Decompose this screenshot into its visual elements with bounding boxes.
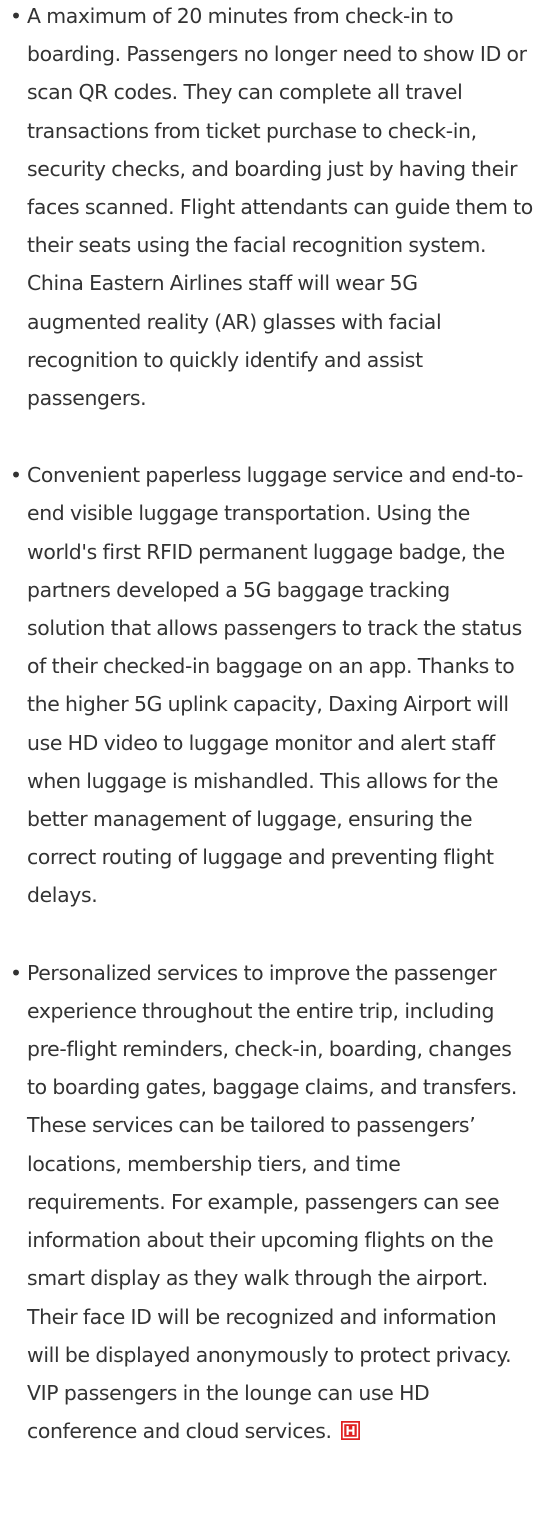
paragraph-text: Convenient paperless luggage service and… <box>27 463 524 908</box>
paragraph-text: A maximum of 20 minutes from check-in to… <box>27 4 533 411</box>
bullet-paragraph-checkin: • A maximum of 20 minutes from check-in … <box>10 0 533 417</box>
end-of-article-icon <box>341 1421 361 1441</box>
bullet-icon: • <box>10 960 22 985</box>
bullet-paragraph-luggage: • Convenient paperless luggage service a… <box>10 456 533 914</box>
article-body: • A maximum of 20 minutes from check-in … <box>0 0 541 1450</box>
bullet-icon: • <box>10 4 22 28</box>
bullet-icon: • <box>10 463 22 488</box>
paragraph-text: Personalized services to improve the pas… <box>27 960 518 1444</box>
bullet-paragraph-personalized: • Personalized services to improve the p… <box>10 954 533 1451</box>
